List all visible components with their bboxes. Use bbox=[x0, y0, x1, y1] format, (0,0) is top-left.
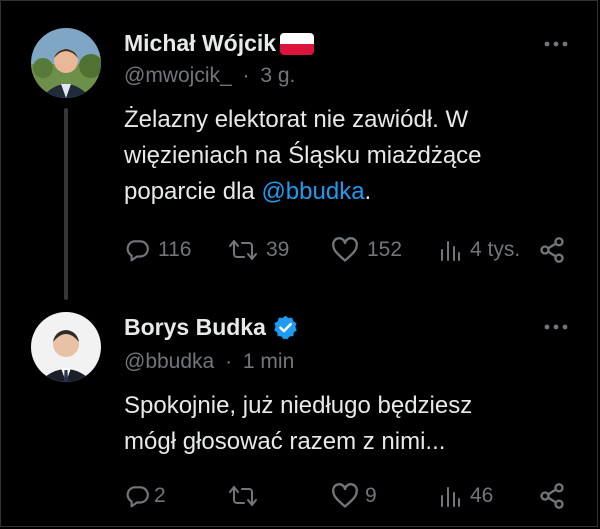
avatar[interactable] bbox=[31, 312, 101, 382]
more-options-icon[interactable] bbox=[538, 317, 574, 337]
views-count: 4 tys. bbox=[470, 238, 521, 261]
reply-count: 116 bbox=[158, 238, 192, 261]
views-icon bbox=[438, 237, 462, 263]
like-button[interactable]: 152 bbox=[331, 234, 402, 266]
retweet-button[interactable]: 39 bbox=[228, 234, 289, 266]
share-button[interactable] bbox=[538, 480, 566, 512]
reply-icon bbox=[124, 237, 150, 263]
action-bar: 2 9 46 bbox=[124, 480, 574, 512]
share-icon bbox=[538, 482, 566, 510]
retweet-icon bbox=[228, 483, 258, 509]
reply-icon bbox=[124, 483, 150, 509]
timestamp[interactable]: 3 g. bbox=[260, 64, 295, 87]
reply-count: 2 bbox=[154, 484, 166, 507]
author-name[interactable]: Borys Budka bbox=[124, 314, 266, 341]
author-handle[interactable]: @mwojcik_ bbox=[124, 64, 232, 87]
avatar[interactable] bbox=[31, 28, 101, 98]
views-button[interactable]: 46 bbox=[438, 480, 493, 512]
like-count: 152 bbox=[367, 238, 403, 261]
separator: · bbox=[242, 64, 250, 87]
tweet-text: Żelazny elektorat nie zawiódł. W więzien… bbox=[124, 102, 564, 210]
tweet-text: Spokojnie, już niedługo będziesz mógł gł… bbox=[124, 392, 473, 455]
retweet-button[interactable] bbox=[228, 480, 258, 512]
share-button[interactable] bbox=[538, 234, 566, 266]
views-button[interactable]: 4 tys. bbox=[438, 234, 520, 266]
tweet[interactable]: Borys Budka @bbudka · 1 min Spokojnie, j… bbox=[0, 300, 600, 529]
mention-link[interactable]: @bbudka bbox=[261, 178, 364, 205]
handle-time: @bbudka · 1 min bbox=[124, 350, 294, 374]
tweet-header: Michał Wójcik bbox=[124, 30, 315, 57]
tweet-text-end: . bbox=[364, 178, 372, 205]
heart-icon bbox=[331, 483, 359, 509]
like-count: 9 bbox=[365, 484, 377, 507]
views-count: 46 bbox=[470, 484, 494, 507]
poland-flag-icon bbox=[280, 32, 315, 55]
views-icon bbox=[438, 483, 462, 509]
author-name[interactable]: Michał Wójcik bbox=[124, 30, 276, 57]
timestamp[interactable]: 1 min bbox=[243, 350, 294, 373]
reply-button[interactable]: 2 bbox=[124, 480, 166, 512]
handle-time: @mwojcik_ · 3 g. bbox=[124, 64, 295, 88]
retweet-count: 39 bbox=[266, 238, 290, 261]
share-icon bbox=[538, 236, 566, 264]
thread-line bbox=[64, 108, 68, 300]
action-bar: 116 39 152 4 tys. bbox=[124, 234, 574, 266]
more-options-icon[interactable] bbox=[538, 34, 574, 54]
heart-icon bbox=[331, 237, 359, 263]
retweet-icon bbox=[228, 237, 258, 263]
author-handle[interactable]: @bbudka bbox=[124, 350, 214, 373]
like-button[interactable]: 9 bbox=[331, 480, 377, 512]
separator: · bbox=[225, 350, 233, 373]
reply-button[interactable]: 116 bbox=[124, 234, 191, 266]
verified-badge-icon bbox=[272, 314, 299, 341]
tweet[interactable]: Michał Wójcik @mwojcik_ · 3 g. Żelazny e… bbox=[0, 0, 600, 300]
tweet-header: Borys Budka bbox=[124, 314, 299, 341]
